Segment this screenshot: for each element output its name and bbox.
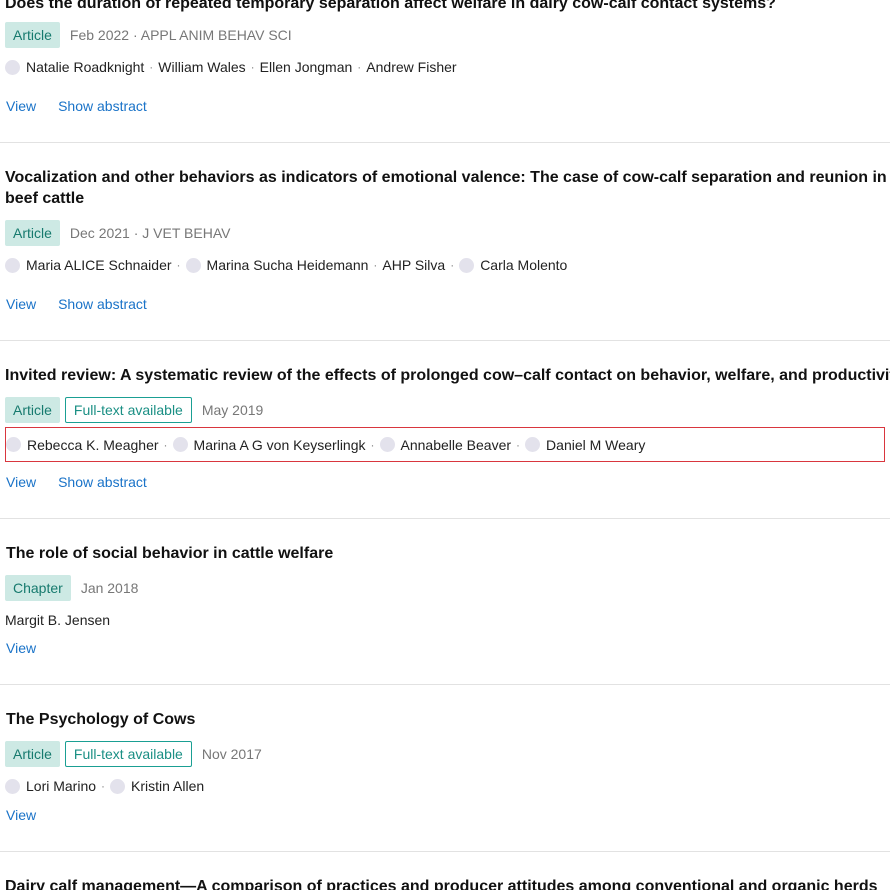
author-list[interactable]: Margit B. Jensen <box>5 612 110 628</box>
separator: · <box>450 258 455 272</box>
avatar <box>5 778 20 794</box>
publication-actions: View <box>6 640 58 656</box>
show-abstract-link[interactable]: Show abstract <box>58 296 147 312</box>
author-name[interactable]: Rebecca K. Meagher <box>27 437 159 453</box>
publication-title[interactable]: Dairy calf management—A comparison of pr… <box>5 876 877 890</box>
type-badge: Chapter <box>5 575 71 601</box>
author-list: Maria ALICE Schnaider · Marina Sucha Hei… <box>5 252 567 278</box>
author[interactable]: Lori Marino <box>5 778 96 794</box>
author[interactable]: Kristin Allen <box>110 778 204 794</box>
divider <box>0 518 890 519</box>
separator: · <box>163 437 168 452</box>
type-badge: Article <box>5 220 60 246</box>
publication-list: Does the duration of repeated temporary … <box>0 0 890 890</box>
separator: · <box>176 258 181 272</box>
view-link[interactable]: View <box>6 640 36 656</box>
author-list-highlighted: Rebecca K. Meagher · Marina A G von Keys… <box>5 427 885 462</box>
publication-actions: View Show abstract <box>6 98 169 114</box>
show-abstract-link[interactable]: Show abstract <box>58 474 147 490</box>
publication-title[interactable]: Does the duration of repeated temporary … <box>5 0 776 14</box>
publication-meta: Article Full-text available Nov 2017 <box>5 741 262 767</box>
publication-actions: View <box>6 807 58 823</box>
separator: · <box>357 60 362 74</box>
author[interactable]: Ellen Jongman <box>260 59 353 75</box>
author-name[interactable]: AHP Silva <box>382 257 445 273</box>
show-abstract-link[interactable]: Show abstract <box>58 98 147 114</box>
author[interactable]: Andrew Fisher <box>366 59 456 75</box>
publication-actions: View Show abstract <box>6 296 169 312</box>
avatar <box>5 59 20 75</box>
divider <box>0 684 890 685</box>
type-badge: Article <box>5 397 60 423</box>
author[interactable]: Marina A G von Keyserlingk <box>172 437 366 453</box>
author[interactable]: Maria ALICE Schnaider <box>5 257 172 273</box>
publication-title[interactable]: The Psychology of Cows <box>6 709 195 730</box>
author-name[interactable]: Andrew Fisher <box>366 59 456 75</box>
author[interactable]: Rebecca K. Meagher <box>6 437 159 453</box>
publication-actions: View Show abstract <box>6 474 169 490</box>
separator: · <box>250 60 255 74</box>
date: May 2019 <box>201 402 264 418</box>
publication-meta: Chapter Jan 2018 <box>5 575 138 601</box>
author-name[interactable]: Marina A G von Keyserlingk <box>194 437 366 453</box>
type-badge: Article <box>5 741 60 767</box>
author-name[interactable]: Marina Sucha Heidemann <box>207 257 369 273</box>
divider <box>0 851 890 852</box>
author-name[interactable]: Daniel M Weary <box>546 437 645 453</box>
avatar <box>525 437 541 452</box>
fulltext-badge[interactable]: Full-text available <box>64 741 192 767</box>
divider <box>0 340 890 341</box>
publication-title[interactable]: Vocalization and other behaviors as indi… <box>5 167 890 209</box>
author-list: Lori Marino · Kristin Allen <box>5 773 204 799</box>
avatar <box>379 437 395 452</box>
avatar <box>459 257 475 273</box>
view-link[interactable]: View <box>6 474 36 490</box>
view-link[interactable]: View <box>6 98 36 114</box>
publication-meta: Article Full-text available May 2019 <box>5 397 263 423</box>
publication-title[interactable]: The role of social behavior in cattle we… <box>6 543 333 564</box>
author[interactable]: Natalie Roadknight <box>5 59 144 75</box>
separator: · <box>373 258 378 272</box>
date-journal: Dec 2021 · J VET BEHAV <box>69 225 231 241</box>
author[interactable]: Annabelle Beaver <box>379 437 512 453</box>
date: Nov 2017 <box>201 746 262 762</box>
separator: · <box>516 437 521 452</box>
author-name[interactable]: Kristin Allen <box>131 778 204 794</box>
publication-meta: Article Feb 2022 · APPL ANIM BEHAV SCI <box>5 22 292 48</box>
author-name[interactable]: William Wales <box>158 59 245 75</box>
avatar <box>172 437 188 452</box>
author-name[interactable]: Natalie Roadknight <box>26 59 144 75</box>
separator: · <box>149 60 154 74</box>
date-journal: Feb 2022 · APPL ANIM BEHAV SCI <box>69 27 292 43</box>
type-badge: Article <box>5 22 60 48</box>
view-link[interactable]: View <box>6 296 36 312</box>
title-line[interactable]: Vocalization and other behaviors as indi… <box>5 167 890 188</box>
author[interactable]: Carla Molento <box>459 257 567 273</box>
author[interactable]: Marina Sucha Heidemann <box>185 257 369 273</box>
author-name[interactable]: Maria ALICE Schnaider <box>26 257 172 273</box>
author-list: Natalie Roadknight · William Wales · Ell… <box>5 54 457 80</box>
separator: · <box>101 779 106 793</box>
avatar <box>110 778 126 794</box>
author-name[interactable]: Ellen Jongman <box>260 59 353 75</box>
date: Jan 2018 <box>80 580 139 596</box>
avatar <box>5 257 20 273</box>
author-name[interactable]: Lori Marino <box>26 778 96 794</box>
author[interactable]: William Wales <box>158 59 245 75</box>
author-name[interactable]: Carla Molento <box>480 257 567 273</box>
avatar <box>185 257 201 273</box>
author-name[interactable]: Annabelle Beaver <box>401 437 512 453</box>
author[interactable]: Daniel M Weary <box>525 437 645 453</box>
fulltext-badge[interactable]: Full-text available <box>64 397 192 423</box>
publication-meta: Article Dec 2021 · J VET BEHAV <box>5 220 230 246</box>
divider <box>0 142 890 143</box>
publication-title[interactable]: Invited review: A systematic review of t… <box>5 365 890 386</box>
title-line[interactable]: beef cattle <box>5 188 890 209</box>
view-link[interactable]: View <box>6 807 36 823</box>
avatar <box>6 437 21 452</box>
separator: · <box>370 437 375 452</box>
author[interactable]: AHP Silva <box>382 257 445 273</box>
